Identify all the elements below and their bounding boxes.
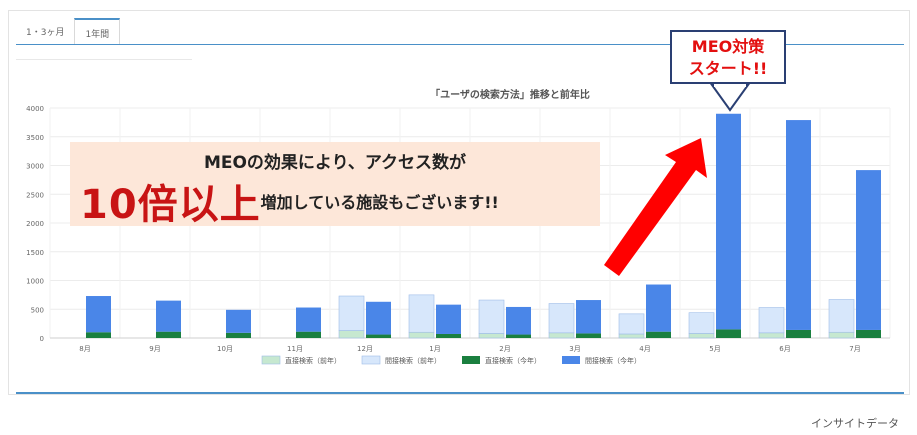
bar <box>716 329 741 338</box>
bar <box>408 331 435 339</box>
banner-subline: 10倍以上増加している施設もございます!! <box>80 172 499 230</box>
bar <box>856 170 881 330</box>
banner-headline: MEOの効果により、アクセス数が <box>203 153 467 173</box>
bar <box>688 333 715 339</box>
promo-banner: MEOの効果により、アクセス数が 10倍以上増加している施設もございます!! <box>70 142 600 228</box>
bar <box>296 307 321 332</box>
x-tick-label: 2月 <box>499 345 510 353</box>
bar <box>226 309 251 333</box>
bar <box>338 330 365 339</box>
legend-label: 間接検索（今年） <box>585 356 641 365</box>
bar <box>758 307 785 334</box>
x-tick-label: 7月 <box>849 345 860 353</box>
bar <box>408 294 435 333</box>
bar <box>548 303 575 334</box>
y-tick-label: 500 <box>31 306 44 314</box>
legend-swatch <box>562 356 580 364</box>
callout-line-1: MEO対策 <box>691 37 765 56</box>
bar <box>506 334 531 338</box>
bar <box>828 331 855 339</box>
y-tick-label: 2500 <box>26 191 44 199</box>
x-tick-label: 3月 <box>569 345 580 353</box>
x-tick-label: 9月 <box>149 345 160 353</box>
bar <box>436 333 461 338</box>
x-tick-label: 6月 <box>779 345 790 353</box>
x-tick-label: 4月 <box>639 345 650 353</box>
legend-swatch <box>361 355 381 365</box>
y-tick-label: 1500 <box>26 249 44 257</box>
bar <box>338 295 365 331</box>
y-tick-label: 3500 <box>26 134 44 142</box>
bar <box>86 332 111 338</box>
bar <box>86 296 111 333</box>
bar <box>786 120 811 330</box>
bar <box>758 332 785 339</box>
bar <box>478 333 505 339</box>
callout-line-2: スタート!! <box>688 59 768 78</box>
bar <box>576 300 601 334</box>
x-tick-label: 11月 <box>287 345 303 353</box>
bar <box>688 312 715 334</box>
legend-label: 直接検索（今年） <box>485 356 541 365</box>
bar <box>156 300 181 332</box>
y-tick-label: 0 <box>40 335 44 343</box>
y-tick-label: 1000 <box>26 278 44 286</box>
legend-label: 間接検索（前年） <box>385 356 441 365</box>
bottom-rule <box>16 392 904 394</box>
bar <box>478 299 505 334</box>
banner-text: 増加している施設もございます!! <box>260 193 499 212</box>
bar <box>646 284 671 332</box>
chart-title: 「ユーザの検索方法」推移と前年比 <box>430 88 590 101</box>
x-tick-label: 8月 <box>79 345 90 353</box>
source-caption: インサイトデータ <box>811 417 899 430</box>
bar <box>156 331 181 338</box>
legend-label: 直接検索（前年） <box>285 356 341 365</box>
y-tick-label: 4000 <box>26 105 44 113</box>
bar <box>828 299 855 333</box>
x-tick-label: 1月 <box>429 345 440 353</box>
bar <box>856 329 881 338</box>
bar <box>618 313 645 335</box>
bar <box>786 329 811 338</box>
bar <box>646 331 671 338</box>
x-tick-label: 5月 <box>709 345 720 353</box>
x-tick-label: 10月 <box>217 345 233 353</box>
x-tick-label: 12月 <box>357 345 373 353</box>
bar <box>226 332 251 338</box>
meo-start-callout: MEO対策 スタート!! <box>670 30 786 84</box>
banner-highlight: 10倍以上 <box>80 182 261 228</box>
bar <box>366 301 391 335</box>
bar <box>506 306 531 335</box>
y-tick-label: 3000 <box>26 163 44 171</box>
bar <box>296 331 321 338</box>
bar <box>548 332 575 339</box>
bar <box>366 334 391 338</box>
bar <box>576 333 601 338</box>
bar <box>716 113 741 330</box>
bar <box>436 304 461 334</box>
legend-swatch <box>462 356 480 364</box>
bar <box>618 333 645 339</box>
legend-swatch <box>261 355 281 365</box>
y-tick-label: 2000 <box>26 220 44 228</box>
